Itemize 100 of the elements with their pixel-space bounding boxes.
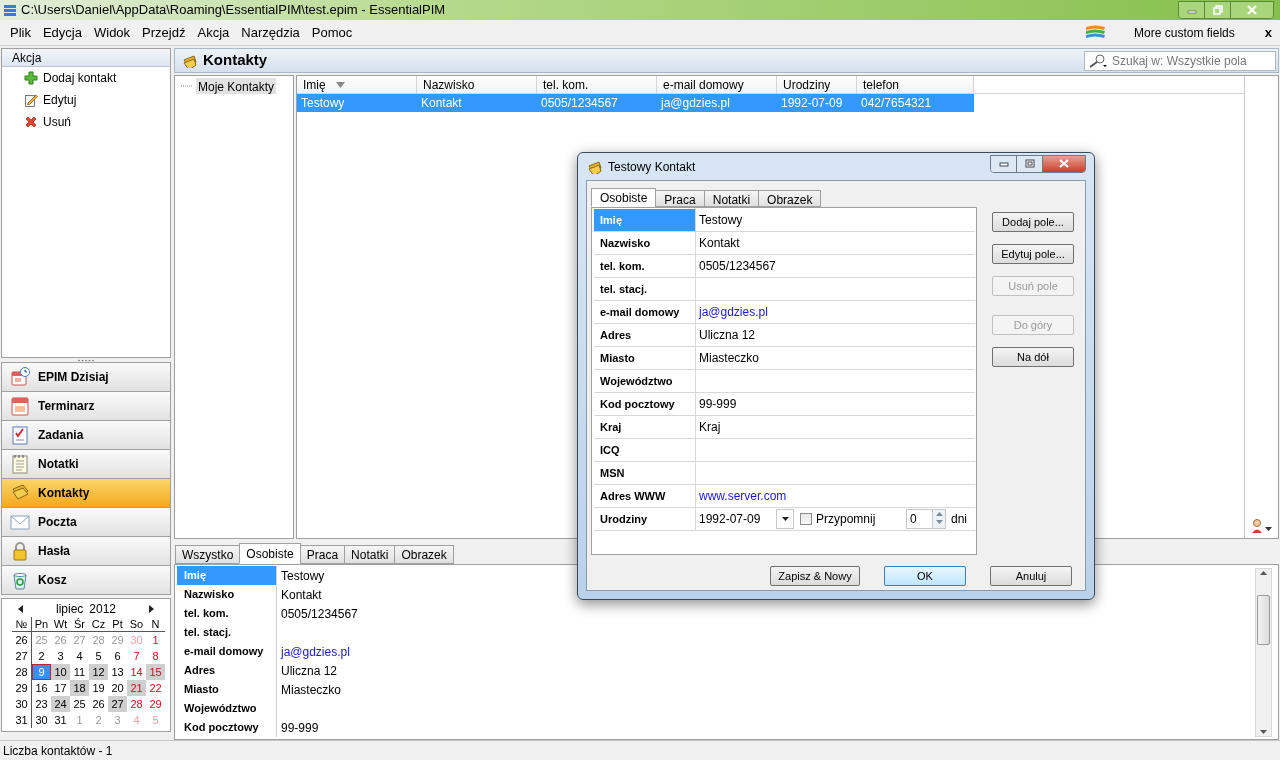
calendar-day[interactable]: 16 bbox=[32, 680, 51, 696]
minimize-button[interactable] bbox=[1179, 2, 1205, 18]
nav-button[interactable]: Zadania bbox=[1, 420, 171, 450]
nav-button[interactable]: Hasła bbox=[1, 536, 171, 566]
previous-month-icon[interactable] bbox=[18, 604, 24, 613]
calendar-day[interactable]: 2 bbox=[32, 648, 51, 664]
column-header[interactable]: tel. kom. bbox=[537, 76, 657, 93]
field-label[interactable]: tel. kom. bbox=[594, 255, 696, 277]
dialog-button[interactable]: Na dół bbox=[992, 347, 1074, 367]
tab[interactable]: Notatki bbox=[344, 545, 396, 564]
field-label[interactable]: Urodziny bbox=[594, 508, 696, 530]
dialog-button[interactable]: Zapisz & Nowy bbox=[770, 566, 860, 586]
dialog-button[interactable]: Anuluj bbox=[990, 566, 1072, 586]
calendar-day[interactable]: 14 bbox=[127, 664, 146, 680]
tab[interactable]: Osobiste bbox=[591, 188, 657, 207]
dialog-button[interactable]: Edytuj pole... bbox=[992, 244, 1074, 264]
calendar-day[interactable]: 22 bbox=[146, 680, 165, 696]
close-button[interactable] bbox=[1043, 155, 1085, 172]
column-header[interactable]: Nazwisko bbox=[417, 76, 537, 93]
spin-field[interactable]: 0 bbox=[906, 509, 946, 529]
menu-item[interactable]: Narzędzia bbox=[235, 22, 306, 43]
field-label[interactable]: e-mail domowy bbox=[594, 301, 696, 323]
calendar-day[interactable]: 4 bbox=[70, 648, 89, 664]
nav-button[interactable]: EPIM Dzisiaj bbox=[1, 362, 171, 392]
calendar-day[interactable]: 23 bbox=[32, 696, 51, 712]
calendar-day[interactable]: 30 bbox=[32, 712, 51, 728]
field-label[interactable]: Nazwisko bbox=[177, 585, 277, 604]
tab[interactable]: Osobiste bbox=[239, 543, 301, 564]
field-label[interactable]: Miasto bbox=[594, 347, 696, 369]
person-dropdown-icon[interactable] bbox=[1250, 518, 1273, 534]
field-label[interactable]: e-mail domowy bbox=[177, 642, 277, 661]
menu-item[interactable]: Przejdź bbox=[136, 22, 192, 43]
tab[interactable]: Notatki bbox=[703, 190, 760, 207]
checkbox[interactable] bbox=[800, 513, 812, 525]
field-label[interactable]: Nazwisko bbox=[594, 232, 696, 254]
column-header[interactable]: Urodziny bbox=[777, 76, 857, 93]
menu-item[interactable]: Akcja bbox=[191, 22, 236, 43]
scrollbar-thumb[interactable] bbox=[1257, 595, 1270, 645]
action-item[interactable]: Edytuj bbox=[2, 89, 170, 111]
field-label[interactable]: Województwo bbox=[594, 370, 696, 392]
field-label[interactable]: Miasto bbox=[177, 680, 277, 699]
calendar-day[interactable]: 18 bbox=[70, 680, 89, 696]
action-item[interactable]: Usuń bbox=[2, 111, 170, 133]
action-item[interactable]: Dodaj kontakt bbox=[2, 67, 170, 89]
field-label[interactable]: Adres WWW bbox=[594, 485, 696, 507]
next-month-icon[interactable] bbox=[148, 604, 154, 613]
nav-button[interactable]: Poczta bbox=[1, 507, 171, 537]
calendar-day[interactable]: 24 bbox=[51, 696, 70, 712]
calendar-day[interactable]: 26 bbox=[89, 696, 108, 712]
tab[interactable]: Obrazek bbox=[394, 545, 454, 564]
dialog-button[interactable]: OK bbox=[884, 566, 966, 586]
link[interactable]: www.server.com bbox=[696, 485, 790, 507]
nav-button[interactable]: Terminarz bbox=[1, 391, 171, 421]
calendar-day[interactable]: 17 bbox=[51, 680, 70, 696]
calendar-day[interactable]: 27 bbox=[108, 696, 127, 712]
field-label[interactable]: tel. stacj. bbox=[177, 623, 277, 642]
calendar-day[interactable]: 7 bbox=[127, 648, 146, 664]
calendar-day[interactable]: 31 bbox=[51, 712, 70, 728]
field-label[interactable]: Kod pocztowy bbox=[177, 718, 277, 737]
field-label[interactable]: tel. stacj. bbox=[594, 278, 696, 300]
spin-down-icon[interactable] bbox=[933, 518, 946, 526]
tab[interactable]: Praca bbox=[655, 190, 705, 207]
spin-up-icon[interactable] bbox=[933, 510, 946, 518]
restore-button[interactable] bbox=[1205, 2, 1231, 18]
calendar-day[interactable]: 12 bbox=[89, 664, 108, 680]
menu-item[interactable]: Widok bbox=[88, 22, 137, 43]
menu-item[interactable]: Plik bbox=[4, 22, 37, 43]
field-label[interactable]: Województwo bbox=[177, 699, 277, 718]
calendar-day[interactable]: 28 bbox=[127, 696, 146, 712]
dialog-button[interactable]: Dodaj pole... bbox=[992, 212, 1074, 232]
dropdown-button[interactable] bbox=[776, 509, 794, 529]
tab[interactable]: Obrazek bbox=[758, 190, 822, 207]
close-button[interactable]: x bbox=[1264, 22, 1272, 43]
tree-item[interactable]: Moje Kontakty bbox=[196, 78, 277, 94]
menu-item[interactable]: Pomoc bbox=[305, 22, 359, 43]
calendar-day[interactable]: 6 bbox=[108, 648, 127, 664]
column-header[interactable]: Imię bbox=[297, 76, 417, 93]
custom-fields-link[interactable]: More custom fields bbox=[1134, 23, 1235, 42]
splitter-grip-icon[interactable] bbox=[78, 359, 94, 362]
scroll-down-icon[interactable] bbox=[1260, 730, 1267, 734]
tab[interactable]: Wszystko bbox=[175, 545, 241, 564]
menu-item[interactable]: Edycja bbox=[36, 22, 88, 43]
scroll-up-icon[interactable] bbox=[1260, 571, 1267, 575]
field-label[interactable]: Kraj bbox=[594, 416, 696, 438]
search-field[interactable]: Szukaj w: Wszystkie pola bbox=[1084, 50, 1276, 71]
maximize-button[interactable] bbox=[1017, 155, 1043, 172]
field-label[interactable]: tel. kom. bbox=[177, 604, 277, 623]
nav-button[interactable]: Kosz bbox=[1, 565, 171, 595]
column-header[interactable]: e-mail domowy bbox=[657, 76, 777, 93]
calendar-day[interactable]: 11 bbox=[70, 664, 89, 680]
calendar-day[interactable]: 20 bbox=[108, 680, 127, 696]
calendar-day[interactable]: 15 bbox=[146, 664, 165, 680]
field-label[interactable]: Kod pocztowy bbox=[594, 393, 696, 415]
calendar-day[interactable]: 3 bbox=[51, 648, 70, 664]
calendar-day[interactable]: 1 bbox=[146, 632, 165, 648]
calendar-day[interactable]: 8 bbox=[146, 648, 165, 664]
link[interactable]: ja@gdzies.pl bbox=[277, 642, 354, 661]
column-header[interactable]: telefon bbox=[857, 76, 974, 93]
scrollbar[interactable] bbox=[1255, 568, 1272, 737]
calendar-day[interactable]: 5 bbox=[89, 648, 108, 664]
